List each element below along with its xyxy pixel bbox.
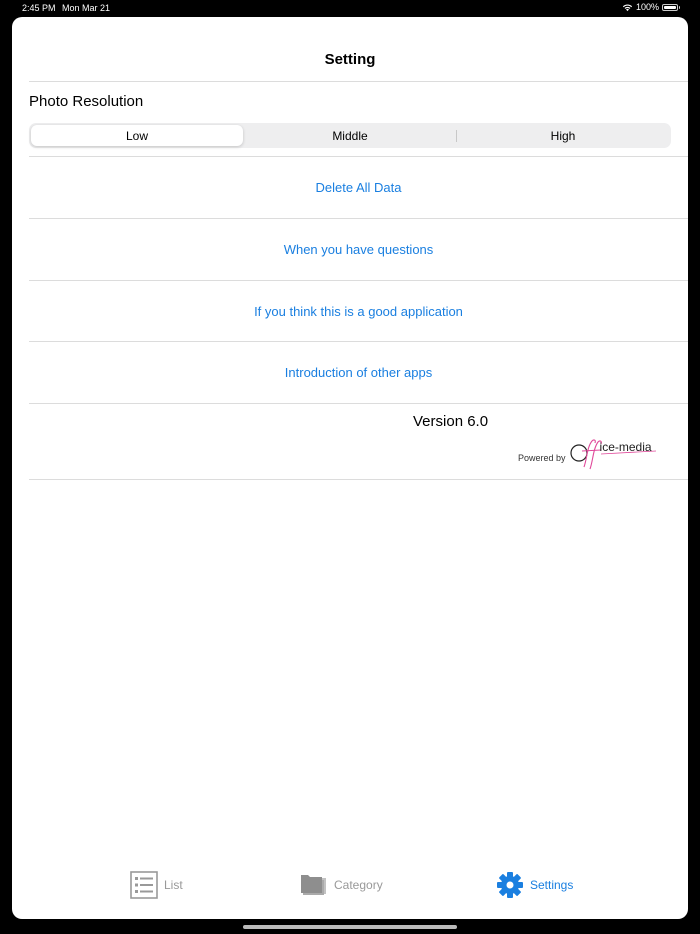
divider bbox=[29, 479, 688, 480]
battery-fill bbox=[664, 5, 676, 9]
segment-low-label: Low bbox=[125, 128, 148, 143]
questions-label: When you have questions bbox=[283, 242, 434, 257]
tab-category[interactable]: Category bbox=[300, 869, 383, 901]
divider bbox=[29, 81, 688, 82]
logo-wordmark: ice-media bbox=[599, 440, 652, 454]
settings-sheet: Setting Photo Resolution Low Middle High… bbox=[12, 17, 688, 919]
powered-by-label: Powered by bbox=[518, 453, 566, 463]
photo-resolution-segmented-control: Low Middle High bbox=[29, 123, 671, 148]
folder-stack-icon bbox=[301, 875, 326, 895]
segment-high[interactable]: High bbox=[457, 125, 669, 146]
status-bar: 2:45 PM Mon Mar 21 100% bbox=[0, 0, 700, 16]
gear-icon bbox=[497, 872, 523, 898]
home-indicator bbox=[243, 925, 457, 929]
battery-percent: 100% bbox=[635, 2, 659, 12]
office-media-logo: ice-media bbox=[568, 437, 660, 471]
tab-list[interactable]: List bbox=[130, 869, 183, 901]
photo-resolution-label: Photo Resolution bbox=[29, 93, 144, 110]
segment-middle-label: Middle bbox=[332, 128, 368, 143]
questions-button[interactable]: When you have questions bbox=[29, 219, 688, 280]
tab-category-label: Category bbox=[334, 878, 383, 892]
tab-bar: List Category Settings bbox=[12, 869, 688, 905]
tab-list-label: List bbox=[164, 878, 183, 892]
segment-middle[interactable]: Middle bbox=[244, 125, 456, 146]
divider bbox=[29, 403, 688, 404]
delete-all-data-button[interactable]: Delete All Data bbox=[29, 157, 688, 218]
status-time: 2:45 PM bbox=[22, 3, 56, 13]
tab-settings-label: Settings bbox=[530, 878, 574, 892]
wifi-icon bbox=[622, 4, 633, 11]
segment-high-label: High bbox=[550, 128, 576, 143]
segment-low[interactable]: Low bbox=[31, 125, 243, 146]
powered-by-badge: Powered by ice-media bbox=[518, 437, 660, 471]
status-date: Mon Mar 21 bbox=[62, 3, 111, 13]
rate-app-label: If you think this is a good application bbox=[254, 304, 463, 319]
status-indicators: 100% bbox=[622, 2, 680, 12]
tab-settings[interactable]: Settings bbox=[496, 869, 573, 901]
other-apps-button[interactable]: Introduction of other apps bbox=[29, 342, 688, 403]
battery-icon bbox=[662, 3, 680, 11]
version-label: Version 6.0 bbox=[413, 413, 489, 430]
rate-app-button[interactable]: If you think this is a good application bbox=[29, 281, 688, 342]
other-apps-label: Introduction of other apps bbox=[284, 365, 433, 380]
list-icon bbox=[130, 871, 158, 899]
delete-all-data-label: Delete All Data bbox=[315, 180, 402, 195]
page-title: Setting bbox=[324, 51, 376, 68]
